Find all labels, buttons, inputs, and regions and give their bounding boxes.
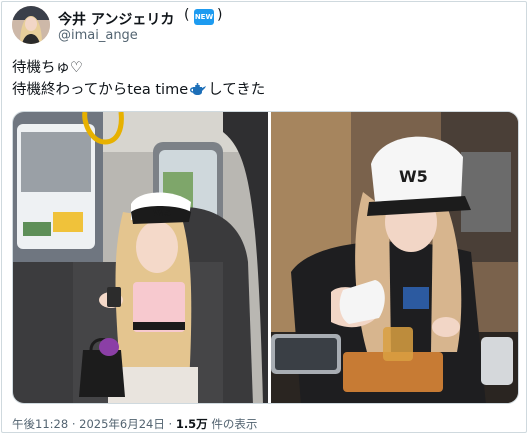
tweet-line-2-end: してきた bbox=[208, 82, 266, 98]
taxi-selfie-photo[interactable]: W5 bbox=[13, 112, 268, 403]
views-label: 件の表示 bbox=[211, 417, 258, 431]
tweet-line-2-start: 待機終わってからtea time bbox=[12, 82, 189, 98]
handle[interactable]: @imai_ange bbox=[58, 28, 138, 43]
meta-separator-1: · bbox=[71, 417, 76, 431]
cafe-tea-photo[interactable]: W5 bbox=[271, 112, 518, 403]
teapot-icon bbox=[189, 81, 207, 95]
media-grid: W5 W5 bbox=[12, 111, 519, 404]
meta-separator-2: · bbox=[168, 417, 173, 431]
tweet-meta: 午後11:28 · 2025年6月24日 · 1.5万 件の表示 bbox=[12, 416, 257, 432]
tweet-header: 今井 アンジェリカ ( NEW ) @imai_ange bbox=[12, 6, 512, 46]
views-count: 1.5万 bbox=[175, 417, 208, 431]
svg-text:W5: W5 bbox=[153, 208, 171, 219]
new-badge: NEW bbox=[194, 9, 214, 25]
tweet-time[interactable]: 午後11:28 bbox=[12, 417, 68, 431]
tweet-date[interactable]: 2025年6月24日 bbox=[79, 417, 165, 431]
tweet-line-2: 待機終わってからtea time してきた bbox=[12, 79, 512, 101]
badge-close-paren: ) bbox=[217, 7, 223, 23]
tweet-line-1: 待機ちゅ♡ bbox=[12, 60, 83, 76]
cap-text: W5 bbox=[399, 167, 428, 186]
tweet-card: 今井 アンジェリカ ( NEW ) @imai_ange 待機ちゅ♡ 待機終わっ… bbox=[1, 1, 527, 433]
badge-open-paren: ( bbox=[184, 7, 190, 23]
tweet-text: 待機ちゅ♡ 待機終わってからtea time してきた bbox=[12, 57, 512, 101]
display-name[interactable]: 今井 アンジェリカ bbox=[58, 9, 174, 29]
avatar[interactable] bbox=[12, 6, 50, 44]
